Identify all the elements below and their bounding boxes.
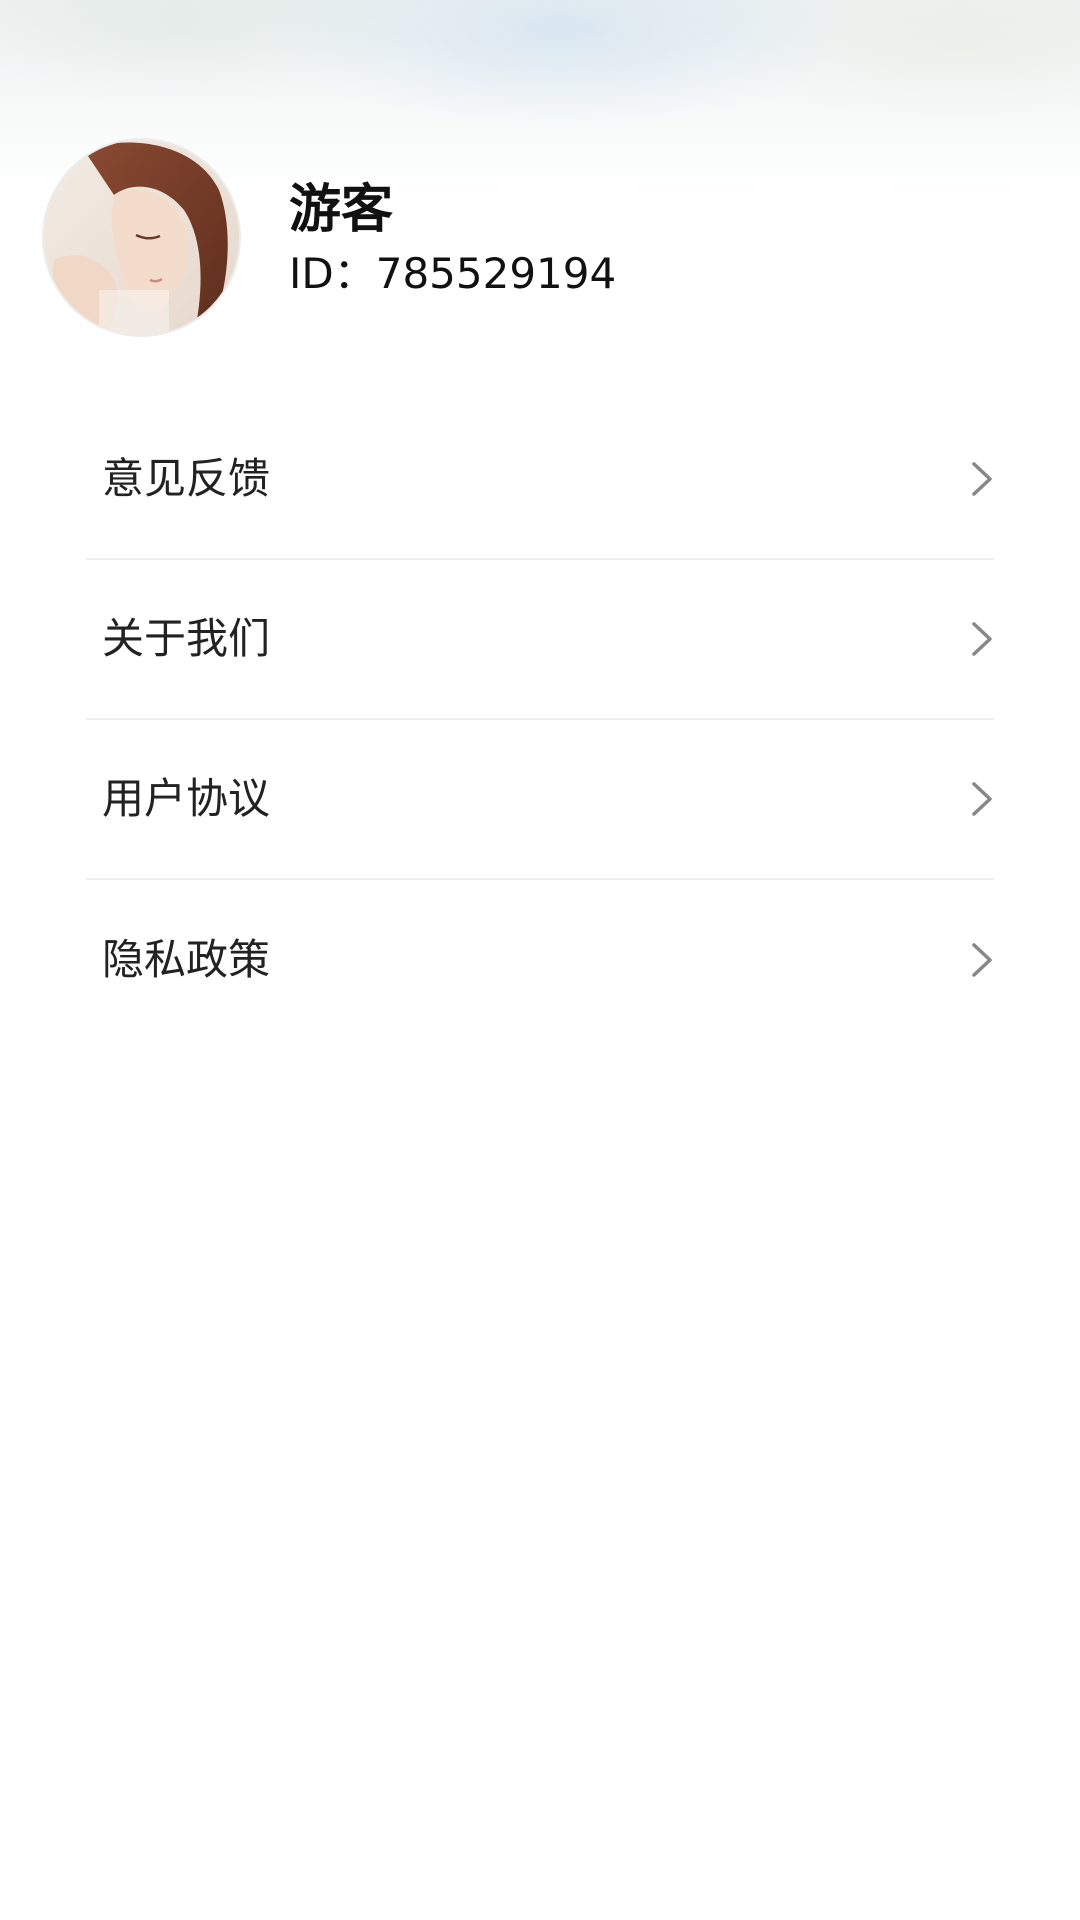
menu-item-user-agreement[interactable]: 用户协议 bbox=[86, 720, 994, 880]
username: 游客 bbox=[289, 180, 394, 240]
chevron-right-icon bbox=[972, 782, 992, 816]
menu-item-label: 隐私政策 bbox=[102, 935, 271, 984]
avatar-image bbox=[44, 140, 239, 335]
chevron-right-icon bbox=[972, 622, 992, 656]
menu-item-label: 关于我们 bbox=[102, 614, 271, 663]
menu-item-label: 用户协议 bbox=[102, 774, 271, 823]
settings-menu: 意见反馈 关于我们 用户协议 隐私政策 bbox=[86, 400, 994, 1040]
menu-item-feedback[interactable]: 意见反馈 bbox=[86, 400, 994, 560]
chevron-right-icon bbox=[972, 462, 992, 496]
profile-header: 游客 ID：785529194 bbox=[0, 0, 1080, 360]
menu-item-privacy-policy[interactable]: 隐私政策 bbox=[86, 880, 994, 1040]
chevron-right-icon bbox=[972, 943, 992, 977]
avatar[interactable] bbox=[44, 140, 239, 335]
profile-page: 游客 ID：785529194 意见反馈 关于我们 用户协议 隐私政策 bbox=[0, 0, 1080, 1920]
menu-item-about-us[interactable]: 关于我们 bbox=[86, 560, 994, 720]
menu-item-label: 意见反馈 bbox=[102, 454, 271, 503]
user-id: ID：785529194 bbox=[289, 249, 617, 298]
